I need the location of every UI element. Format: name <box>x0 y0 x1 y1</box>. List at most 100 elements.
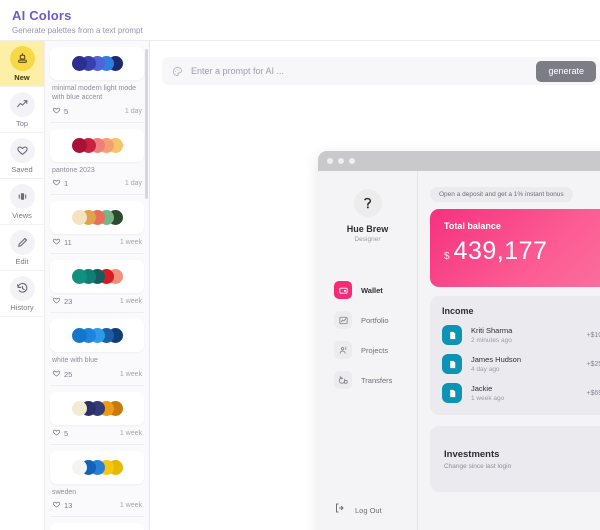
dashboard-cards-row: Total balance $ 439,177 Income Kriti Sha… <box>430 209 600 417</box>
generate-button[interactable]: generate <box>536 60 596 82</box>
palette-swatch-box[interactable] <box>50 319 144 353</box>
palette-time: 1 day <box>124 107 142 115</box>
palette-swatch-box[interactable] <box>50 260 144 294</box>
palette-swatch-box[interactable] <box>50 523 144 530</box>
income-row-amount: +$6900 <box>586 389 600 397</box>
dashboard-content: Open a deposit and get a 1% instant bonu… <box>418 171 600 530</box>
portfolio-icon <box>334 311 352 329</box>
logout-button[interactable]: Log Out <box>318 501 417 519</box>
rail-item-edit[interactable]: Edit <box>0 225 44 271</box>
palette-swatch-box[interactable] <box>50 391 144 425</box>
rail-item-saved[interactable]: Saved <box>0 133 44 179</box>
palette-time: 1 week <box>119 239 142 247</box>
palette-likes[interactable]: 23 <box>52 296 72 307</box>
dashboard-user-role: Designer <box>354 236 381 243</box>
transfers-icon <box>334 371 352 389</box>
palette-like-count: 1 <box>64 179 69 189</box>
investments-subtitle: Change since last login <box>444 462 512 470</box>
window-dot-minimize[interactable] <box>338 158 344 164</box>
new-stamp-icon <box>9 45 35 71</box>
palette-meta: 13 1 week <box>52 500 142 511</box>
rail-item-label: Saved <box>11 164 33 174</box>
income-rows: Kriti Sharma 2 minutes ago +$1000 James Hud… <box>442 325 600 403</box>
palette-like-count: 5 <box>64 428 69 438</box>
palette-swatch <box>71 269 87 285</box>
dashboard-nav-portfolio[interactable]: Portfolio <box>318 305 417 335</box>
palette-card[interactable]: white with blue 25 1 week <box>50 319 144 386</box>
palette-likes[interactable]: 11 <box>52 237 72 248</box>
dashboard-nav-label: Projects <box>361 345 389 355</box>
palette-swatch <box>71 210 87 226</box>
palette-likes[interactable]: 5 <box>52 428 68 439</box>
user-avatar-icon <box>353 189 382 217</box>
palette-card[interactable]: 5 1 week <box>50 391 144 445</box>
palette-time: 1 week <box>119 298 142 306</box>
dashboard-nav-projects[interactable]: Projects <box>318 335 417 365</box>
palette-swatch <box>71 328 87 344</box>
income-row-amount: +$1000 <box>586 331 600 339</box>
dashboard-left-stack: Total balance $ 439,177 Income Kriti Sha… <box>430 209 600 417</box>
palette-time: 1 day <box>124 180 142 188</box>
income-doc-icon <box>442 354 462 374</box>
dashboard-user-name: Hue Brew <box>346 224 389 234</box>
palette-likes[interactable]: 25 <box>52 369 72 380</box>
rail-item-top[interactable]: Top <box>0 87 44 133</box>
palette-swatches <box>71 137 123 153</box>
palette-list: minimal modern light mode with blue acce… <box>45 41 149 530</box>
palette-swatch <box>71 459 87 475</box>
income-row-texts: Kriti Sharma 2 minutes ago <box>471 326 586 344</box>
dashboard-nav-transfers[interactable]: Transfers <box>318 365 417 395</box>
balance-amount: 439,177 <box>453 237 548 265</box>
rail-item-label: Views <box>12 210 32 220</box>
palette-swatches <box>71 459 123 475</box>
dashboard-nav-wallet[interactable]: Wallet <box>318 275 417 305</box>
palette-swatches <box>71 328 123 344</box>
rail-item-label: Top <box>15 118 29 128</box>
income-row[interactable]: Jackie 1 week ago +$6900 <box>442 383 600 403</box>
palette-like-count: 13 <box>64 501 73 511</box>
dashboard-preview-window: Hue Brew Designer Wallet Portfolio Project… <box>318 151 600 530</box>
deposit-banner[interactable]: Open a deposit and get a 1% instant bonu… <box>430 187 573 202</box>
palette-meta: 11 1 week <box>52 237 142 248</box>
window-titlebar <box>318 151 600 171</box>
rail-item-history[interactable]: History <box>0 271 44 317</box>
window-dot-close[interactable] <box>327 158 333 164</box>
palette-card[interactable]: 23 1 week <box>50 260 144 314</box>
palette-likes[interactable]: 5 <box>52 106 68 117</box>
rail-item-label: New <box>14 72 30 82</box>
prompt-input[interactable] <box>183 66 537 76</box>
dashboard-nav-label: Transfers <box>361 375 393 385</box>
palette-list-panel: minimal modern light mode with blue acce… <box>45 40 150 530</box>
income-row-amount: +$2500 <box>586 360 600 368</box>
palette-swatches <box>71 56 123 71</box>
heart-icon <box>52 237 61 248</box>
palette-swatch-box[interactable] <box>50 128 144 162</box>
palette-scrollbar[interactable] <box>145 49 148 199</box>
palette-swatch-box[interactable] <box>50 47 144 80</box>
palette-likes[interactable]: 13 <box>52 500 72 511</box>
rail-item-label: Edit <box>15 256 29 266</box>
rail-item-new[interactable]: New <box>0 41 44 87</box>
palette-swatch-box[interactable] <box>50 450 144 484</box>
dashboard-nav: Wallet Portfolio Projects Transfers <box>318 275 417 395</box>
trending-up-icon <box>9 91 35 117</box>
palette-card[interactable]: sweden 13 1 week <box>50 450 144 518</box>
income-row[interactable]: Kriti Sharma 2 minutes ago +$1000 <box>442 325 600 345</box>
palette-card[interactable]: pantone 2023 1 1 day <box>50 128 144 196</box>
palette-card[interactable]: 11 1 week <box>50 201 144 255</box>
projects-icon <box>334 341 352 359</box>
income-row[interactable]: James Hudson 4 day ago +$2500 <box>442 354 600 374</box>
palette-swatch <box>71 137 87 153</box>
rail-item-views[interactable]: Views <box>0 179 44 225</box>
palette-name: sweden <box>52 488 77 496</box>
dashboard-sidebar: Hue Brew Designer Wallet Portfolio Project… <box>318 171 418 530</box>
app-title: AI Colors <box>12 8 72 23</box>
income-title: Income <box>442 306 474 316</box>
palette-swatch <box>71 400 87 416</box>
palette-likes[interactable]: 1 <box>52 178 68 189</box>
palette-card[interactable]: minimal modern light mode with blue acce… <box>50 47 144 123</box>
palette-card[interactable] <box>50 523 144 530</box>
income-card: Income Kriti Sharma 2 minutes ago +$1000 Ja… <box>430 296 600 415</box>
window-dot-maximize[interactable] <box>349 158 355 164</box>
palette-swatch-box[interactable] <box>50 201 144 235</box>
